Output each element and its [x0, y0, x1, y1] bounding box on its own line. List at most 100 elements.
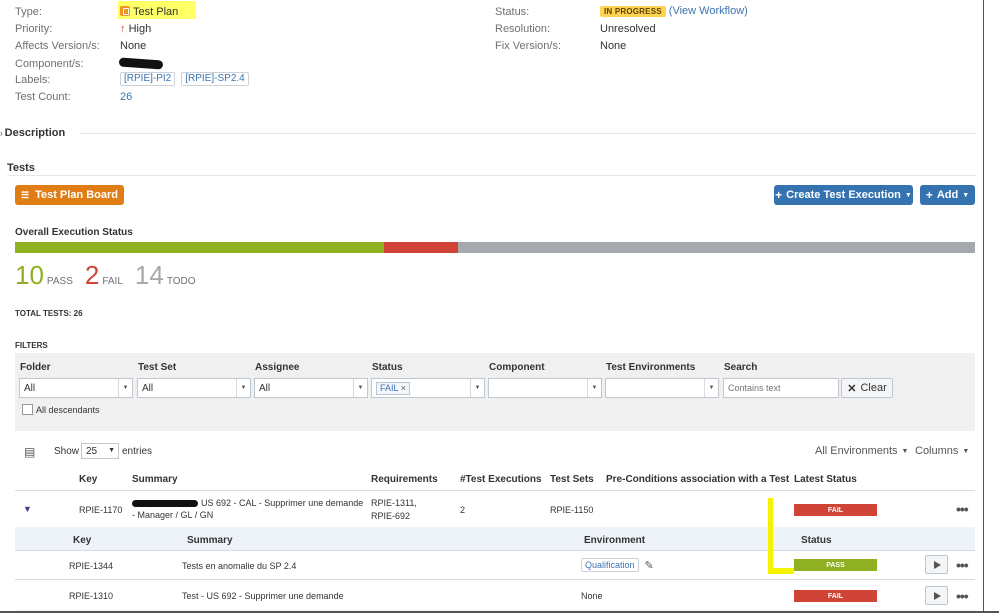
column-settings-icon[interactable]: ▤ [24, 445, 35, 459]
label-tag[interactable]: [RPIE]-PI2 [120, 72, 176, 86]
chevron-down-icon: ▼ [904, 191, 912, 199]
view-workflow-link[interactable]: (View Workflow) [669, 5, 748, 17]
expand-toggle-icon[interactable]: ▼ [23, 504, 32, 514]
all-descendants-checkbox[interactable] [22, 404, 33, 415]
test-plan-icon [120, 6, 130, 16]
highlight-mark [768, 568, 794, 574]
chevron-down-icon: ▼ [704, 379, 718, 397]
create-test-execution-label: Create Test Execution [786, 189, 901, 201]
filter-status-label: Status [372, 362, 403, 373]
clear-button[interactable]: ✕ Clear [841, 378, 893, 398]
test-count-label: Test Count: [15, 91, 71, 103]
execution-title: Overall Execution Status [15, 227, 133, 238]
testset-select[interactable]: All ▼ [137, 378, 251, 398]
status-select[interactable]: FAIL × ▼ [371, 378, 485, 398]
filter-component-label: Component [489, 362, 545, 373]
sub-row-key-link[interactable]: RPIE-1344 [69, 561, 113, 571]
row-summary-link[interactable]: US 692 - CAL - Supprimer une demande - M… [132, 497, 367, 521]
tests-title: Tests [7, 162, 35, 174]
row-key-link[interactable]: RPIE-1170 [79, 505, 122, 515]
sub-header-summary[interactable]: Summary [187, 535, 233, 546]
columns-dropdown[interactable]: Columns ▼ [915, 445, 969, 457]
close-icon: ✕ [847, 382, 857, 395]
fix-version-value: None [600, 40, 627, 52]
folder-value: All [24, 382, 36, 394]
sub-header-key[interactable]: Key [73, 535, 91, 546]
priority-label: Priority: [15, 23, 53, 35]
status-value: IN PROGRESS (View Workflow) [600, 5, 748, 17]
fix-version-label: Fix Version/s: [495, 40, 562, 52]
component-label: Component/s: [15, 58, 84, 70]
row-test-set-link[interactable]: RPIE-1150 [550, 505, 593, 515]
chevron-down-icon: ▼ [118, 379, 132, 397]
requirement-link[interactable]: RPIE-1311, [371, 497, 417, 510]
type-text: Test Plan [133, 6, 179, 18]
entries-value: 25 [86, 445, 98, 457]
label-tag[interactable]: [RPIE]-SP2.4 [181, 72, 249, 86]
header-preconditions[interactable]: Pre-Conditions association with a Test [606, 474, 789, 485]
chevron-down-icon: ▼ [901, 447, 909, 455]
status-filter-chip[interactable]: FAIL × [376, 381, 410, 395]
header-executions[interactable]: #Test Executions [460, 474, 542, 485]
chevron-down-icon: ▼ [353, 379, 367, 397]
description-toggle[interactable]: › Description [0, 127, 65, 139]
all-environments-dropdown[interactable]: All Environments ▼ [815, 445, 908, 457]
sub-row-summary-link[interactable]: Test - US 692 - Supprimer une demande [182, 591, 344, 601]
sub-row-key-link[interactable]: RPIE-1310 [69, 591, 113, 601]
affects-label: Affects Version/s: [15, 40, 100, 52]
chevron-down-icon: ▼ [962, 191, 970, 199]
all-descendants-option[interactable]: All descendants [22, 404, 100, 415]
play-icon[interactable] [925, 586, 948, 605]
header-latest-status[interactable]: Latest Status [794, 474, 857, 485]
filter-folder-label: Folder [20, 362, 51, 373]
sub-header-environment[interactable]: Environment [584, 535, 645, 546]
redaction-mark [118, 57, 164, 70]
row-executions-link[interactable]: 2 [460, 505, 465, 515]
header-requirements[interactable]: Requirements [371, 474, 438, 485]
plus-icon: + [775, 188, 783, 202]
columns-label: Columns [915, 445, 959, 457]
divider [7, 175, 976, 176]
assignee-select[interactable]: All ▼ [254, 378, 368, 398]
pencil-icon[interactable]: ✎ [645, 559, 654, 572]
add-label: Add [936, 189, 959, 201]
table-row[interactable]: RPIE-1310 Test - US 692 - Supprimer une … [15, 580, 975, 610]
header-summary[interactable]: Summary [132, 474, 178, 485]
close-icon[interactable]: × [401, 383, 406, 393]
arrow-up-icon: ↑ [120, 23, 126, 35]
row-summary-line2: - Manager / GL / GN [132, 510, 214, 520]
chevron-down-icon: ▼ [108, 447, 115, 454]
component-select[interactable]: ▼ [488, 378, 602, 398]
header-test-sets[interactable]: Test Sets [550, 474, 594, 485]
more-actions-icon[interactable]: ••• [956, 557, 969, 573]
progress-fail-segment [384, 242, 459, 253]
status-lozenge: IN PROGRESS [600, 5, 666, 17]
sub-header-status[interactable]: Status [801, 535, 832, 546]
test-plan-board-button[interactable]: ☰ Test Plan Board [15, 185, 124, 205]
filter-testset-label: Test Set [138, 362, 177, 373]
create-test-execution-button[interactable]: + Create Test Execution ▼ [774, 185, 913, 205]
header-key[interactable]: Key [79, 474, 97, 485]
chevron-down-icon: ▼ [236, 379, 250, 397]
search-input[interactable] [723, 378, 839, 398]
entries-select[interactable]: 25 ▼ [81, 443, 119, 459]
more-actions-icon[interactable]: ••• [956, 501, 969, 517]
play-icon[interactable] [925, 555, 948, 574]
folder-select[interactable]: All ▼ [19, 378, 133, 398]
sub-row-status-badge: FAIL [794, 590, 877, 602]
window-edge [983, 0, 984, 613]
test-count-value[interactable]: 26 [120, 91, 132, 103]
row-requirements[interactable]: RPIE-1311, RPIE-692 [371, 497, 417, 523]
environment-select[interactable]: ▼ [605, 378, 719, 398]
show-label: Show [54, 446, 80, 457]
table-row[interactable]: ▼ RPIE-1170 US 692 - CAL - Supprimer une… [0, 491, 999, 527]
status-label: Status: [495, 6, 530, 18]
sub-row-summary-link[interactable]: Tests en anomalie du SP 2.4 [182, 561, 296, 571]
more-actions-icon[interactable]: ••• [956, 588, 969, 604]
requirement-link[interactable]: RPIE-692 [371, 510, 417, 523]
environment-tag[interactable]: Qualification [581, 558, 639, 572]
filter-assignee-label: Assignee [255, 362, 300, 373]
redaction-mark [132, 499, 198, 507]
add-button[interactable]: + Add ▼ [920, 185, 975, 205]
table-row[interactable]: RPIE-1344 Tests en anomalie du SP 2.4 Qu… [15, 551, 975, 579]
